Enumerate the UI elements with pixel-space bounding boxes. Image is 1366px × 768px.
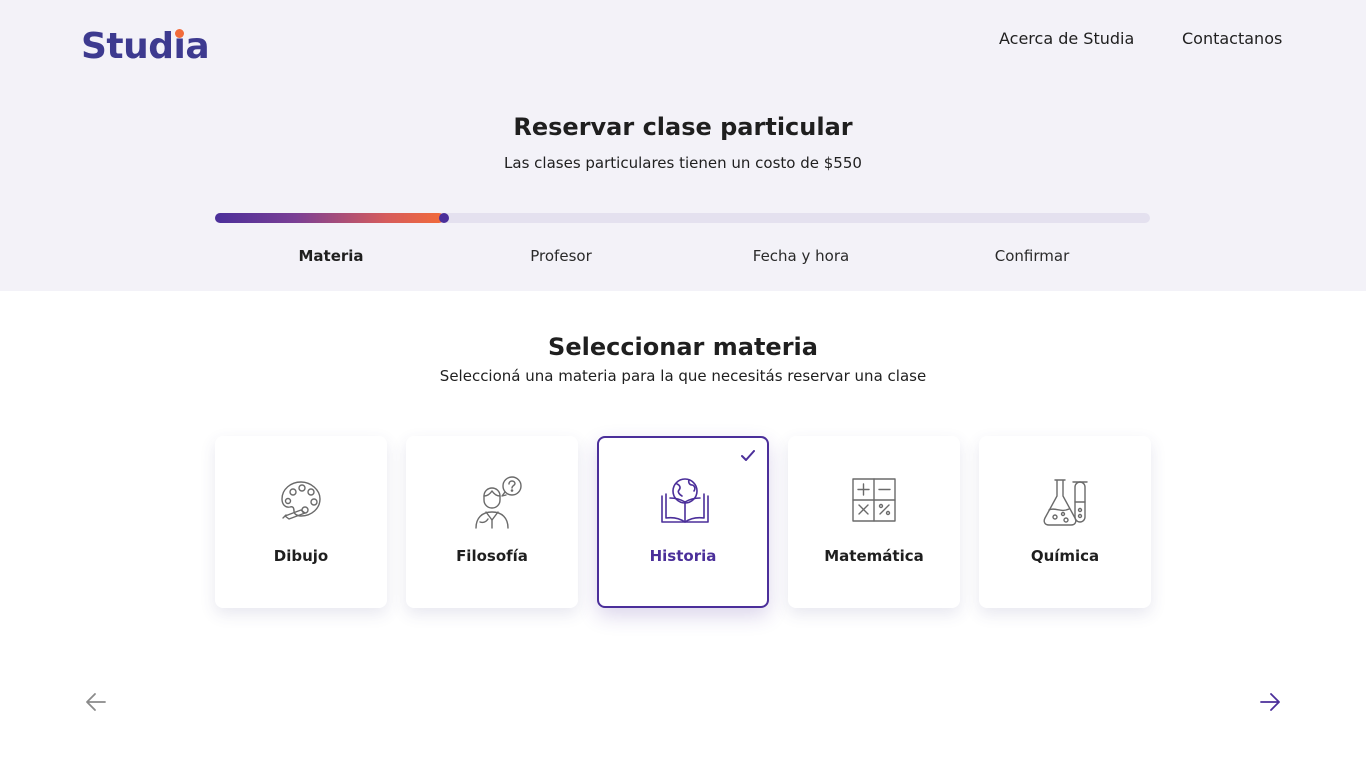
subject-card-dibujo[interactable]: Dibujo	[215, 436, 387, 608]
step-profesor: Profesor	[530, 247, 592, 265]
arrow-right-icon[interactable]	[1258, 690, 1282, 714]
subject-label: Dibujo	[273, 547, 329, 565]
booking-header-section: Studıa Acerca de Studia Contactanos Rese…	[0, 0, 1366, 291]
subject-card-filosofia[interactable]: Filosofía	[406, 436, 578, 608]
step-confirmar: Confirmar	[994, 247, 1070, 265]
step-fecha-hora: Fecha y hora	[752, 247, 850, 265]
thinker-icon	[475, 476, 522, 529]
subject-card-matematica[interactable]: Matemática	[788, 436, 960, 608]
math-operators-icon	[852, 478, 896, 522]
nav-contact-link[interactable]: Contactanos	[1182, 29, 1282, 49]
subject-label: Filosofía	[456, 547, 528, 565]
section-title: Seleccionar materia	[548, 333, 818, 361]
studia-logo[interactable]: Studıa	[81, 27, 210, 67]
booking-progress-bar	[215, 213, 1150, 223]
section-subtitle: Seleccioná una materia para la que neces…	[439, 367, 927, 385]
page-title: Reservar clase particular	[513, 113, 853, 141]
progress-fill	[215, 213, 444, 223]
globe-book-icon	[661, 478, 709, 523]
subject-card-quimica[interactable]: Química	[979, 436, 1151, 608]
price-subtitle: Las clases particulares tienen un costo …	[504, 154, 862, 172]
subject-label: Historia	[649, 547, 717, 565]
subject-label: Matemática	[824, 547, 924, 565]
check-icon	[741, 450, 755, 461]
progress-knob	[439, 213, 449, 223]
nav-about-link[interactable]: Acerca de Studia	[999, 29, 1134, 49]
subject-card-historia[interactable]: Historia	[597, 436, 769, 608]
flasks-icon	[1043, 479, 1088, 526]
subject-label: Química	[1030, 547, 1100, 565]
palette-icon	[281, 481, 321, 520]
arrow-left-icon[interactable]	[84, 690, 108, 714]
step-materia: Materia	[298, 247, 364, 265]
